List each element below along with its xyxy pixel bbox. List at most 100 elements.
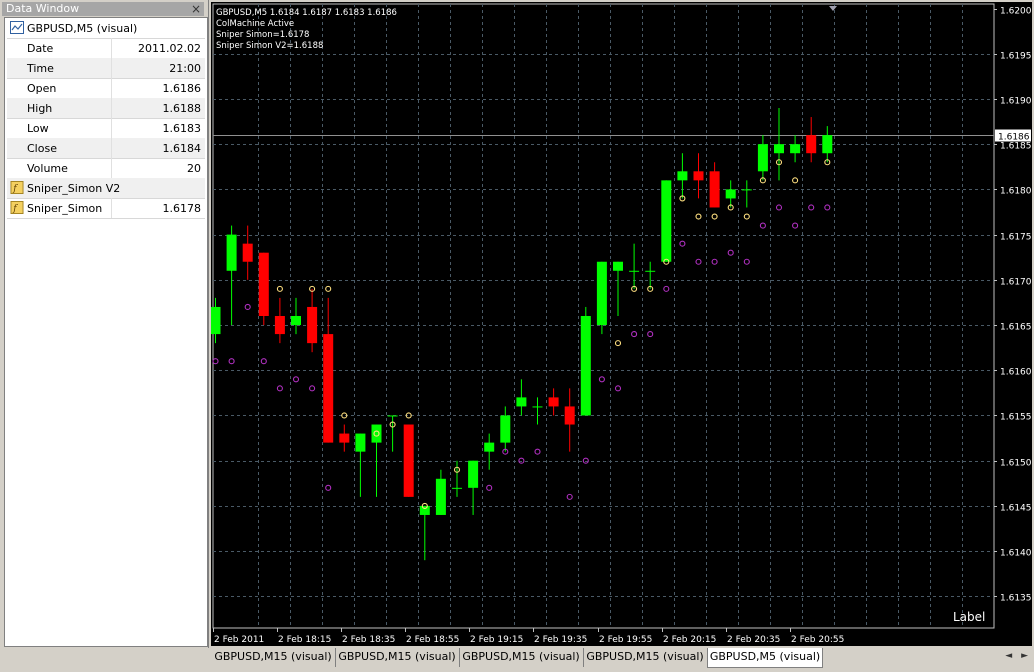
current-price-label: 1.6186 <box>998 133 1030 143</box>
sniper-lower-marker <box>598 376 605 383</box>
sniper-lower-marker <box>631 331 638 338</box>
chart-tab[interactable]: GBPUSD,M15 (visual) <box>335 648 460 667</box>
chart-info-line: Sniper Simon V2=1.6188 <box>216 41 323 51</box>
x-tick-label: 2 Feb 18:15 <box>278 635 331 645</box>
x-tick-label: 2 Feb 20:35 <box>727 635 780 645</box>
candle-bull <box>661 180 672 262</box>
chart-tab[interactable]: GBPUSD,M15 (visual) <box>459 648 584 667</box>
indicator-row: f Sniper_Simon 1.6178 <box>7 198 205 219</box>
candle-bull <box>435 478 446 515</box>
indicator-label: Sniper_Simon V2 <box>27 182 121 195</box>
y-tick-label: 1.6190 <box>1000 97 1032 107</box>
column-divider <box>111 78 112 98</box>
data-row-label: Date <box>27 42 54 55</box>
data-row-label: Volume <box>27 162 68 175</box>
sniper-upper-marker <box>614 340 622 347</box>
column-divider <box>111 58 112 78</box>
tab-scroll-left-icon[interactable]: ◄ <box>1005 651 1012 661</box>
y-tick-label: 1.6185 <box>1000 142 1032 152</box>
sniper-upper-marker <box>743 213 750 220</box>
column-divider <box>111 158 112 178</box>
y-tick-label: 1.6165 <box>1000 323 1032 333</box>
candle-bull <box>500 415 511 443</box>
chart-tab[interactable]: GBPUSD,M15 (visual) <box>583 648 708 667</box>
x-tick-label: 2 Feb 20:55 <box>791 635 844 645</box>
chart-info-line: ColMachine Active <box>216 19 294 29</box>
y-tick-label: 1.6180 <box>1000 187 1032 197</box>
sniper-lower-marker <box>711 258 718 265</box>
sniper-lower-marker <box>808 204 815 211</box>
sniper-lower-marker <box>759 222 766 229</box>
price-chart[interactable]: 1.6200 1.6195 1.6190 1.6185 1.6180 1.6175 1.61… <box>211 2 1032 646</box>
chart-label-object: Label <box>953 610 985 624</box>
chart-tab[interactable]: GBPUSD,M5 (visual) <box>707 648 823 668</box>
candle-bull <box>211 306 221 335</box>
sniper-upper-marker <box>711 213 718 220</box>
sniper-lower-marker <box>792 222 799 229</box>
sniper-lower-marker <box>244 303 251 311</box>
x-tick-label: 2 Feb 18:35 <box>342 635 395 645</box>
data-row-value: 1.6184 <box>162 142 202 155</box>
sniper-lower-marker <box>518 457 525 464</box>
x-tick-label: 2 Feb 19:15 <box>470 635 523 645</box>
data-row-value: 1.6188 <box>162 102 202 115</box>
candle-bull <box>226 234 237 271</box>
candle-bull <box>613 261 623 271</box>
candle-bull <box>757 144 768 172</box>
chart-tabs-bar: GBPUSD,M15 (visual) GBPUSD,M15 (visual) GB… <box>211 648 1032 670</box>
candle-bull <box>291 316 301 326</box>
data-window-titlebar[interactable]: Data Window × <box>2 2 204 16</box>
chart-info-line: GBPUSD,M5 1.6184 1.6187 1.6183 1.6186 <box>216 8 397 18</box>
candle-bull <box>419 505 430 515</box>
y-tick-label: 1.6195 <box>1000 52 1032 62</box>
candle-bear <box>323 334 334 443</box>
indicator-icon: f <box>10 181 24 194</box>
data-row-value: 1.6186 <box>162 82 202 95</box>
data-window-panel: GBPUSD,M5 (visual) Date 2011.02.02 Time 21:… <box>4 17 208 647</box>
data-row-close: Close 1.6184 <box>7 138 205 159</box>
column-divider <box>111 198 112 218</box>
column-divider <box>111 98 112 118</box>
sniper-upper-marker <box>276 285 283 292</box>
close-icon[interactable]: × <box>190 2 202 16</box>
y-tick-label: 1.6135 <box>1000 594 1032 604</box>
y-tick-label: 1.6160 <box>1000 368 1032 378</box>
candle-bear <box>274 316 285 335</box>
column-divider <box>111 138 112 158</box>
candle-bull <box>452 487 462 489</box>
data-row-open: Open 1.6186 <box>7 78 205 99</box>
sniper-lower-marker <box>743 258 750 265</box>
chart-tab[interactable]: GBPUSD,M15 (visual) <box>211 648 336 667</box>
x-tick-label: 2 Feb 18:55 <box>406 635 459 645</box>
candle-bull <box>387 415 398 417</box>
sniper-lower-marker <box>679 240 686 247</box>
sniper-lower-marker <box>727 249 734 256</box>
column-divider <box>111 118 112 138</box>
sniper-lower-marker <box>309 385 316 392</box>
x-tick-label: 2 Feb 20:15 <box>663 635 716 645</box>
data-row-label: Time <box>27 62 54 75</box>
sniper-lower-marker <box>775 204 783 211</box>
candle-bear <box>548 397 559 407</box>
candle-bull <box>774 144 784 154</box>
candle-bull <box>725 189 736 199</box>
chart-shift-icon <box>829 6 837 11</box>
data-row-label: Open <box>27 82 57 95</box>
candle-bull <box>677 171 688 181</box>
candle-bull <box>371 424 382 443</box>
x-tick-label: 2 Feb 19:35 <box>534 635 587 645</box>
data-row-low: Low 1.6183 <box>7 118 205 139</box>
sniper-lower-marker <box>663 285 670 292</box>
candle-bear <box>307 306 318 344</box>
sniper-upper-marker <box>325 285 332 292</box>
y-tick-label: 1.6145 <box>1000 504 1032 514</box>
sniper-lower-marker <box>534 448 541 455</box>
candle-bull <box>822 135 833 154</box>
candle-bull <box>645 270 656 272</box>
sniper-lower-marker <box>260 358 267 365</box>
candle-bull <box>790 144 801 154</box>
tab-scroll-right-icon[interactable]: ► <box>1021 651 1028 661</box>
data-row-label: Low <box>27 122 49 135</box>
candle-bear <box>403 424 414 497</box>
data-row-volume: Volume 20 <box>7 158 205 179</box>
